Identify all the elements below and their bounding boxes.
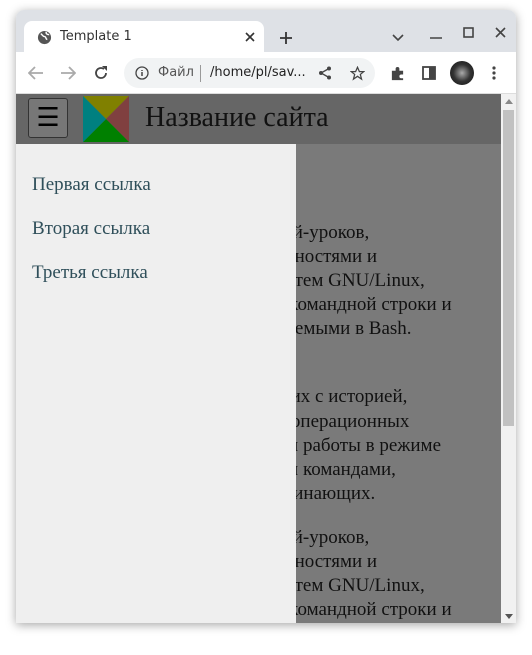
content-line: тей-уроков, bbox=[276, 527, 370, 548]
browser-window: Template 1 Файл /home/pl/sav... ☰ Назван… bbox=[16, 10, 516, 623]
address-bar[interactable]: Файл /home/pl/sav... bbox=[124, 58, 375, 88]
content-line: няемыми в Bash. bbox=[276, 318, 412, 339]
avatar[interactable] bbox=[450, 61, 474, 85]
content-line: ми работы в режиме bbox=[276, 435, 442, 456]
plus-icon[interactable] bbox=[276, 28, 296, 48]
tab-template-1[interactable]: Template 1 bbox=[24, 21, 264, 54]
chevron-down-icon[interactable] bbox=[388, 30, 408, 46]
tab-bar: Template 1 bbox=[16, 10, 516, 54]
divider bbox=[200, 65, 201, 82]
sidebar: Первая ссылка Вторая ссылка Третья ссылк… bbox=[16, 144, 296, 623]
content-line: истем GNU/Linux, bbox=[276, 575, 425, 596]
extensions-icon[interactable] bbox=[388, 64, 406, 82]
page-viewport: ☰ Название сайта тей-уроков, енностями и и… bbox=[16, 94, 501, 623]
sidebar-link-third[interactable]: Третья ссылка bbox=[32, 262, 148, 284]
tab-title: Template 1 bbox=[60, 29, 132, 44]
minimize-icon[interactable] bbox=[426, 30, 446, 46]
url-text[interactable]: /home/pl/sav... bbox=[210, 65, 306, 80]
url-scheme-label: Файл bbox=[158, 65, 194, 80]
content-line: тей-уроков, bbox=[276, 222, 370, 243]
more-icon[interactable] bbox=[486, 64, 502, 82]
window-close-icon[interactable] bbox=[490, 24, 510, 40]
forward-icon[interactable] bbox=[58, 64, 78, 82]
info-icon[interactable] bbox=[134, 65, 150, 81]
toolbar: Файл /home/pl/sav... bbox=[16, 52, 516, 94]
content-line: енностями и bbox=[276, 246, 378, 267]
close-icon[interactable] bbox=[242, 29, 258, 45]
content-line: е командной строки и bbox=[276, 599, 452, 620]
content-line: ачинающих. bbox=[276, 483, 376, 504]
sidebar-link-second[interactable]: Вторая ссылка bbox=[32, 218, 150, 240]
sidebar-link-first[interactable]: Первая ссылка bbox=[32, 174, 151, 196]
globe-icon bbox=[36, 29, 52, 45]
share-icon[interactable] bbox=[317, 65, 333, 81]
content-line: щих с историей, bbox=[276, 386, 408, 407]
content-line: й операционных bbox=[276, 411, 410, 432]
content-line: е командной строки и bbox=[276, 294, 452, 315]
menu-button[interactable]: ☰ bbox=[28, 98, 68, 138]
scroll-up-icon[interactable] bbox=[504, 97, 513, 105]
scrollbar[interactable] bbox=[501, 94, 516, 623]
site-title: Название сайта bbox=[145, 102, 329, 133]
content-line: истем GNU/Linux, bbox=[276, 270, 425, 291]
side-panel-icon[interactable] bbox=[420, 64, 438, 82]
content-line: енностями и bbox=[276, 551, 378, 572]
star-icon[interactable] bbox=[349, 65, 365, 81]
scroll-down-icon[interactable] bbox=[504, 612, 513, 620]
content-line: ми командами, bbox=[276, 459, 396, 480]
site-logo bbox=[83, 96, 129, 142]
scrollbar-thumb[interactable] bbox=[503, 110, 514, 426]
reload-icon[interactable] bbox=[91, 64, 111, 82]
site-header: ☰ Название сайта bbox=[16, 94, 501, 144]
back-icon[interactable] bbox=[26, 64, 46, 82]
maximize-icon[interactable] bbox=[458, 24, 478, 40]
